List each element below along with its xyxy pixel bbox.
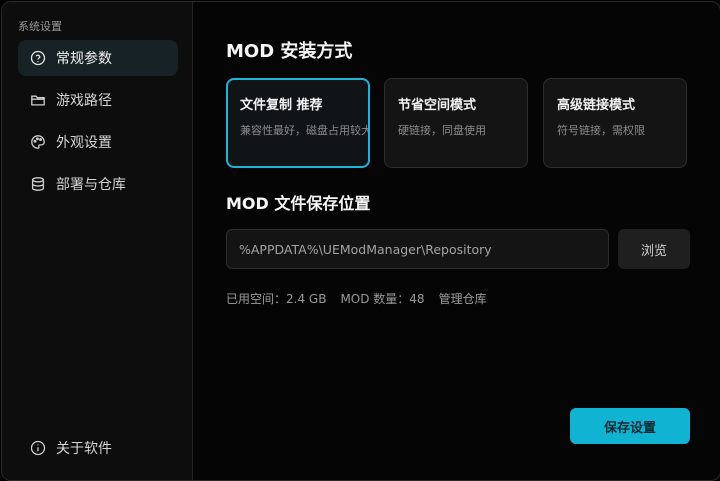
sidebar-item-deploy-repo[interactable]: 部署与仓库 [18,166,178,202]
sidebar-item-label: 常规参数 [56,51,112,67]
sidebar-item-label: 部署与仓库 [56,177,126,193]
install-option-symlink[interactable]: 高级链接模式 符号链接，需权限 [543,78,687,168]
save-settings-button[interactable]: 保存设置 [570,408,690,444]
palette-icon [29,133,47,151]
manage-repository-link[interactable]: 管理仓库 [439,290,487,307]
info-icon [29,439,47,457]
option-title: 高级链接模式 [557,98,636,113]
sidebar-item-game-path[interactable]: 游戏路径 [18,82,178,118]
main-panel: MOD 安装方式 文件复制 推荐 兼容性最好，磁盘占用较大 节省空间模式 硬链接… [193,2,720,480]
install-method-title: MOD 安装方式 [226,41,353,62]
option-desc: 符号链接，需权限 [557,124,645,137]
mod-count-text: MOD 数量：48 [340,292,425,306]
used-space-text: 已用空间：2.4 GB [226,292,327,306]
database-icon [29,175,47,193]
help-circle-icon [29,49,47,67]
install-option-copy[interactable]: 文件复制 推荐 兼容性最好，磁盘占用较大 [226,78,370,168]
settings-window: 系统设置 常规参数 游戏路径 外观设置 部署与仓库 关于软件 MOD 安装方式 … [1,1,720,481]
sidebar-item-label: 外观设置 [56,135,112,151]
repository-path-input[interactable] [226,229,609,269]
sidebar-item-label: 关于软件 [56,441,112,457]
option-desc: 硬链接，同盘使用 [398,124,486,137]
folder-icon [29,91,47,109]
sidebar-title: 系统设置 [18,20,62,33]
sidebar-item-general[interactable]: 常规参数 [18,40,178,76]
storage-info: 已用空间：2.4 GB MOD 数量：48 管理仓库 [226,290,487,307]
sidebar-item-about[interactable]: 关于软件 [18,430,178,466]
option-desc: 兼容性最好，磁盘占用较大 [240,124,370,137]
sidebar-item-label: 游戏路径 [56,93,112,109]
option-title: 文件复制 推荐 [240,98,323,113]
sidebar: 系统设置 常规参数 游戏路径 外观设置 部署与仓库 关于软件 [2,2,193,480]
browse-button[interactable]: 浏览 [618,229,690,269]
storage-location-title: MOD 文件保存位置 [226,194,371,213]
sidebar-item-appearance[interactable]: 外观设置 [18,124,178,160]
option-title: 节省空间模式 [398,98,477,113]
install-option-hardlink[interactable]: 节省空间模式 硬链接，同盘使用 [384,78,528,168]
